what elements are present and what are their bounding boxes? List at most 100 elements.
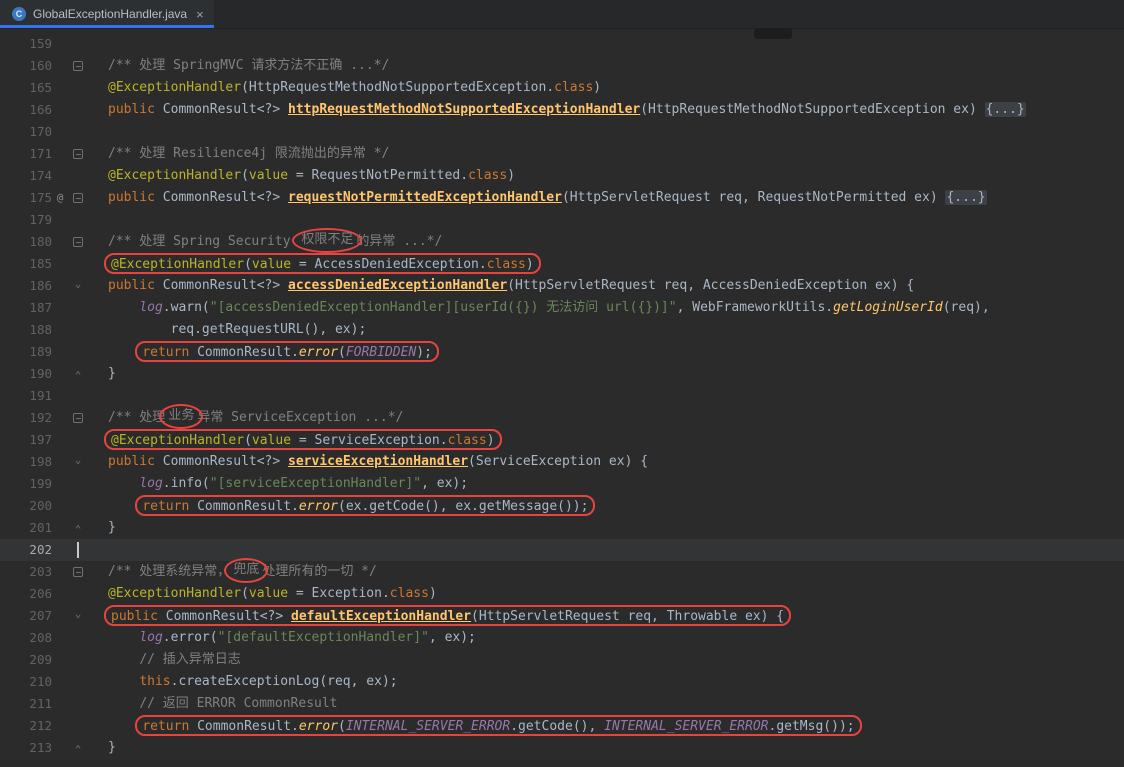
code-line-content[interactable]: public CommonResult<?> requestNotPermitt… (108, 187, 987, 209)
tab-close-icon[interactable]: × (196, 7, 204, 22)
line-number[interactable]: 203 (0, 561, 52, 583)
fold-collapsed-icon[interactable] (68, 187, 88, 209)
line-number[interactable]: 187 (0, 297, 52, 319)
fold-region-end-icon[interactable] (68, 737, 88, 759)
code-line-content[interactable]: } (108, 517, 116, 539)
code-line-content[interactable]: /** 处理业务异常 ServiceException ...*/ (108, 407, 403, 429)
tab-global-exception-handler[interactable]: C GlobalExceptionHandler.java × (0, 0, 214, 28)
fold-collapsed-icon[interactable] (68, 561, 88, 583)
fold-collapsed-icon[interactable] (68, 143, 88, 165)
code-line-content[interactable]: req.getRequestURL(), ex); (108, 319, 366, 341)
gutter-spacer (52, 143, 68, 165)
fold-spacer (68, 319, 88, 341)
fold-spacer (68, 627, 88, 649)
line-number[interactable]: 212 (0, 715, 52, 737)
token: {...} (945, 190, 986, 205)
code-line: 209 // 插入异常日志 (0, 649, 1124, 671)
line-number[interactable]: 166 (0, 99, 52, 121)
code-line-content[interactable]: @ExceptionHandler(value = AccessDeniedEx… (108, 253, 537, 275)
code-line-content[interactable]: return CommonResult.error(ex.getCode(), … (108, 495, 591, 517)
line-number[interactable]: 191 (0, 385, 52, 407)
code-line-content[interactable]: @ExceptionHandler(HttpRequestMethodNotSu… (108, 77, 601, 99)
token: class (554, 80, 593, 95)
token: getLoginUserId (833, 300, 943, 315)
code-line-content[interactable]: return CommonResult.error(INTERNAL_SERVE… (108, 715, 858, 737)
token (108, 476, 139, 491)
line-number[interactable]: 171 (0, 143, 52, 165)
line-number[interactable]: 200 (0, 495, 52, 517)
code-line-content[interactable]: public CommonResult<?> defaultExceptionH… (108, 605, 787, 627)
line-number[interactable]: 211 (0, 693, 52, 715)
code-line-content[interactable]: @ExceptionHandler(value = RequestNotPerm… (108, 165, 515, 187)
fold-region-end-icon[interactable] (68, 363, 88, 385)
token: INTERNAL_SERVER_ERROR (346, 719, 510, 734)
token: .getMsg()); (769, 719, 855, 734)
code-line-content[interactable]: /** 处理 SpringMVC 请求方法不正确 ...*/ (108, 55, 389, 77)
line-number[interactable]: 165 (0, 77, 52, 99)
line-number[interactable]: 208 (0, 627, 52, 649)
line-number[interactable]: 179 (0, 209, 52, 231)
line-number[interactable]: 170 (0, 121, 52, 143)
fold-collapsed-icon[interactable] (68, 55, 88, 77)
fold-spacer (68, 693, 88, 715)
line-number[interactable]: 197 (0, 429, 52, 451)
line-number[interactable]: 207 (0, 605, 52, 627)
line-number[interactable]: 201 (0, 517, 52, 539)
fold-region-start-icon[interactable] (68, 275, 88, 297)
code-line-content[interactable]: public CommonResult<?> httpRequestMethod… (108, 99, 1026, 121)
line-number[interactable]: 185 (0, 253, 52, 275)
editor-tab-bar: C GlobalExceptionHandler.java × (0, 0, 1124, 29)
line-number[interactable]: 210 (0, 671, 52, 693)
line-number[interactable]: 180 (0, 231, 52, 253)
line-number[interactable]: 213 (0, 737, 52, 759)
line-number[interactable]: 202 (0, 539, 52, 561)
line-number[interactable]: 174 (0, 165, 52, 187)
fold-region-end-icon[interactable] (68, 517, 88, 539)
fold-region-start-icon[interactable] (68, 451, 88, 473)
gutter-spacer (52, 561, 68, 583)
fold-collapsed-icon[interactable] (68, 407, 88, 429)
line-number[interactable]: 192 (0, 407, 52, 429)
code-line: 206 @ExceptionHandler(value = Exception.c… (0, 583, 1124, 605)
code-line-content[interactable]: // 插入异常日志 (108, 649, 241, 671)
token: {...} (985, 102, 1026, 117)
line-number[interactable]: 186 (0, 275, 52, 297)
code-line-content[interactable]: /** 处理 Resilience4j 限流抛出的异常 */ (108, 143, 389, 165)
line-number[interactable]: 189 (0, 341, 52, 363)
gutter-spacer (52, 451, 68, 473)
code-line-content[interactable]: log.warn("[accessDeniedExceptionHandler]… (108, 297, 990, 319)
code-line-content[interactable]: } (108, 737, 116, 759)
code-line: 179 (0, 209, 1124, 231)
code-line: 175@public CommonResult<?> requestNotPer… (0, 187, 1124, 209)
code-line-content[interactable]: return CommonResult.error(FORBIDDEN); (108, 341, 435, 363)
code-line-content[interactable]: log.error("[defaultExceptionHandler]", e… (108, 627, 476, 649)
line-number[interactable]: 159 (0, 33, 52, 55)
code-line-content[interactable]: @ExceptionHandler(value = Exception.clas… (108, 583, 437, 605)
line-number[interactable]: 206 (0, 583, 52, 605)
line-number[interactable]: 160 (0, 55, 52, 77)
line-number[interactable]: 190 (0, 363, 52, 385)
code-line-content[interactable]: public CommonResult<?> serviceExceptionH… (108, 451, 648, 473)
code-line-content[interactable]: } (108, 363, 116, 385)
code-line-content[interactable]: log.info("[serviceExceptionHandler]", ex… (108, 473, 468, 495)
token: CommonResult<?> (163, 102, 288, 117)
code-line-content[interactable]: this.createExceptionLog(req, ex); (108, 671, 398, 693)
line-number[interactable]: 198 (0, 451, 52, 473)
line-number[interactable]: 175 (0, 187, 52, 209)
fold-spacer (68, 495, 88, 517)
code-line-content[interactable]: @ExceptionHandler(value = ServiceExcepti… (108, 429, 498, 451)
line-number[interactable]: 209 (0, 649, 52, 671)
fold-collapsed-icon[interactable] (68, 231, 88, 253)
line-number[interactable]: 188 (0, 319, 52, 341)
code-line: 180 /** 处理 Spring Security 权限不足的异常 ...*/ (0, 231, 1124, 253)
code-line-content[interactable]: // 返回 ERROR CommonResult (108, 693, 338, 715)
line-number[interactable]: 199 (0, 473, 52, 495)
token: value (249, 168, 288, 183)
code-line-content[interactable]: public CommonResult<?> accessDeniedExcep… (108, 275, 914, 297)
token: "[accessDeniedExceptionHandler][userId({… (210, 300, 677, 315)
fold-region-start-icon[interactable] (68, 605, 88, 627)
code-line-content[interactable]: /** 处理系统异常，兜底处理所有的一切 */ (108, 561, 377, 583)
token: /** 处理 SpringMVC 请求方法不正确 ...*/ (108, 58, 389, 73)
code-line-content[interactable]: /** 处理 Spring Security 权限不足的异常 ...*/ (108, 231, 442, 253)
code-line: 174 @ExceptionHandler(value = RequestNotP… (0, 165, 1124, 187)
